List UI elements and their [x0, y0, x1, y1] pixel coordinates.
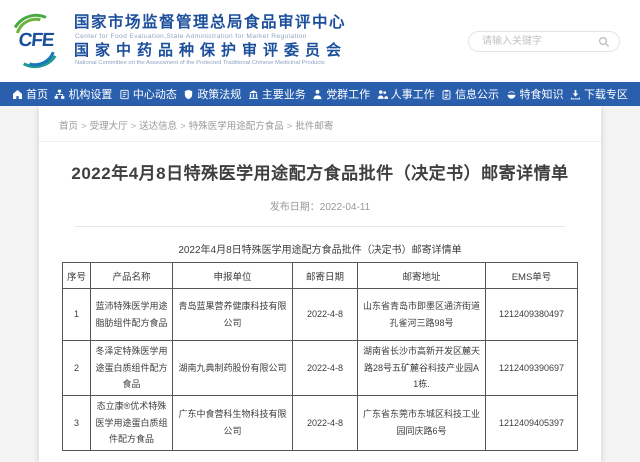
food-icon — [506, 89, 517, 100]
breadcrumb-separator: > — [81, 121, 87, 132]
breadcrumb-separator: > — [131, 121, 137, 132]
nav-item[interactable]: 主要业务 — [248, 86, 306, 102]
breadcrumb-separator: > — [180, 121, 186, 132]
nav-item-label: 中心动态 — [133, 86, 177, 102]
nav-item-label: 下载专区 — [584, 86, 628, 102]
table-row: 2冬泽定特殊医学用途蛋白质组件配方食品湖南九典制药股份有限公司2022-4-8湖… — [63, 341, 578, 396]
shield-icon — [183, 89, 194, 100]
column-header: 邮寄日期 — [293, 263, 358, 289]
org-title-cn: 国家市场监督管理总局食品审评中心 — [74, 15, 347, 31]
ems-number-cell: 1212409390697 — [486, 341, 578, 396]
content-card: 首页>受理大厅>送达信息>特殊医学用途配方食品>批件邮寄 2022年4月8日特殊… — [39, 106, 601, 462]
product-name-cell: 蓝沛特殊医学用途脂肪组件配方食品 — [91, 289, 173, 341]
applicant-cell: 湖南九典制药股份有限公司 — [173, 341, 293, 396]
applicant-cell: 广东中食营科生物科技有限公司 — [173, 395, 293, 450]
applicant-cell: 青岛蓝果营养健康科技有限公司 — [173, 289, 293, 341]
nav-item[interactable]: 党群工作 — [312, 86, 370, 102]
product-name-cell: 冬泽定特殊医学用途蛋白质组件配方食品 — [91, 341, 173, 396]
nav-item-label: 人事工作 — [391, 86, 435, 102]
table-row: 1蓝沛特殊医学用途脂肪组件配方食品青岛蓝果营养健康科技有限公司2022-4-8山… — [63, 289, 578, 341]
org-title-block: 国家市场监督管理总局食品审评中心 Center for Food Evaluat… — [74, 15, 347, 66]
nav-item-label: 党群工作 — [326, 86, 370, 102]
breadcrumb-item[interactable]: 特殊医学用途配方食品 — [189, 121, 284, 132]
logo-text: CFE — [17, 30, 54, 52]
org-chart-icon — [54, 89, 65, 100]
nav-item-label: 政策法规 — [197, 86, 241, 102]
column-header: 邮寄地址 — [358, 263, 486, 289]
mail-date-cell: 2022-4-8 — [293, 341, 358, 396]
people-icon — [377, 89, 388, 100]
nav-item[interactable]: 政策法规 — [183, 86, 241, 102]
mail-date-cell: 2022-4-8 — [293, 395, 358, 450]
column-header: 产品名称 — [91, 263, 173, 289]
product-name-cell: 态立康®优术特殊医学用途蛋白质组件配方食品 — [91, 395, 173, 450]
breadcrumb-separator: > — [287, 121, 293, 132]
nav-item[interactable]: 机构设置 — [54, 86, 112, 102]
nav-item-label: 首页 — [26, 86, 48, 102]
breadcrumb: 首页>受理大厅>送达信息>特殊医学用途配方食品>批件邮寄 — [39, 106, 601, 142]
breadcrumb-item[interactable]: 批件邮寄 — [295, 121, 333, 132]
column-header: 申报单位 — [173, 263, 293, 289]
org-subtitle-en: National Committee on the Assessment of … — [75, 60, 347, 66]
nav-item[interactable]: 首页 — [12, 86, 48, 102]
nav-item[interactable]: 人事工作 — [377, 86, 435, 102]
nav-item-label: 机构设置 — [68, 86, 112, 102]
column-header: 序号 — [63, 263, 91, 289]
nav-item-label: 信息公示 — [455, 86, 499, 102]
news-icon — [119, 89, 130, 100]
row-index-cell: 3 — [63, 395, 91, 450]
cfe-logo[interactable]: CFE — [8, 13, 64, 69]
mail-details-table: 序号产品名称申报单位邮寄日期邮寄地址EMS单号 1蓝沛特殊医学用途脂肪组件配方食… — [62, 262, 578, 451]
nav-item[interactable]: 中心动态 — [119, 86, 177, 102]
breadcrumb-item[interactable]: 首页 — [59, 121, 78, 132]
row-index-cell: 2 — [63, 341, 91, 396]
site-header: CFE 国家市场监督管理总局食品审评中心 Center for Food Eva… — [0, 0, 640, 82]
nav-item[interactable]: 特食知识 — [506, 86, 564, 102]
table-header-row: 序号产品名称申报单位邮寄日期邮寄地址EMS单号 — [63, 263, 578, 289]
ems-number-cell: 1212409405397 — [486, 395, 578, 450]
bank-icon — [248, 89, 259, 100]
home-icon — [12, 89, 23, 100]
download-icon — [570, 89, 581, 100]
person-icon — [312, 89, 323, 100]
mail-address-cell: 广东省东莞市东城区科技工业园同庆路6号 — [358, 395, 486, 450]
nav-item[interactable]: 信息公示 — [441, 86, 499, 102]
nav-item-label: 特食知识 — [520, 86, 564, 102]
table-caption: 2022年4月8日特殊医学用途配方食品批件（决定书）邮寄详情单 — [39, 241, 601, 256]
column-header: EMS单号 — [486, 263, 578, 289]
table-row: 3态立康®优术特殊医学用途蛋白质组件配方食品广东中食营科生物科技有限公司2022… — [63, 395, 578, 450]
mail-address-cell: 湖南省长沙市高新开发区麓天路28号五矿麓谷科技产业园A1栋. — [358, 341, 486, 396]
ems-number-cell: 1212409380497 — [486, 289, 578, 341]
org-title-en: Center for Food Evaluation,State Adminis… — [75, 34, 347, 41]
main-nav: 首页 机构设置 中心动态 政策法规 主要业务 党群工作 人事工作 信息公示 特食… — [0, 82, 640, 106]
mail-date-cell: 2022-4-8 — [293, 289, 358, 341]
breadcrumb-item[interactable]: 受理大厅 — [90, 121, 128, 132]
page-title: 2022年4月8日特殊医学用途配方食品批件（决定书）邮寄详情单 — [67, 159, 573, 184]
site-search — [468, 31, 620, 52]
mail-address-cell: 山东省青岛市即墨区通济街道孔雀河三路98号 — [358, 289, 486, 341]
publish-date: 发布日期：2022-04-11 — [75, 198, 565, 227]
search-icon[interactable] — [598, 36, 610, 48]
breadcrumb-item[interactable]: 送达信息 — [139, 121, 177, 132]
clipboard-icon — [441, 89, 452, 100]
org-subtitle-cn: 国家中药品种保护审评委员会 — [74, 43, 347, 59]
table-body: 1蓝沛特殊医学用途脂肪组件配方食品青岛蓝果营养健康科技有限公司2022-4-8山… — [63, 289, 578, 451]
nav-item-label: 主要业务 — [262, 86, 306, 102]
row-index-cell: 1 — [63, 289, 91, 341]
nav-item[interactable]: 下载专区 — [570, 86, 628, 102]
